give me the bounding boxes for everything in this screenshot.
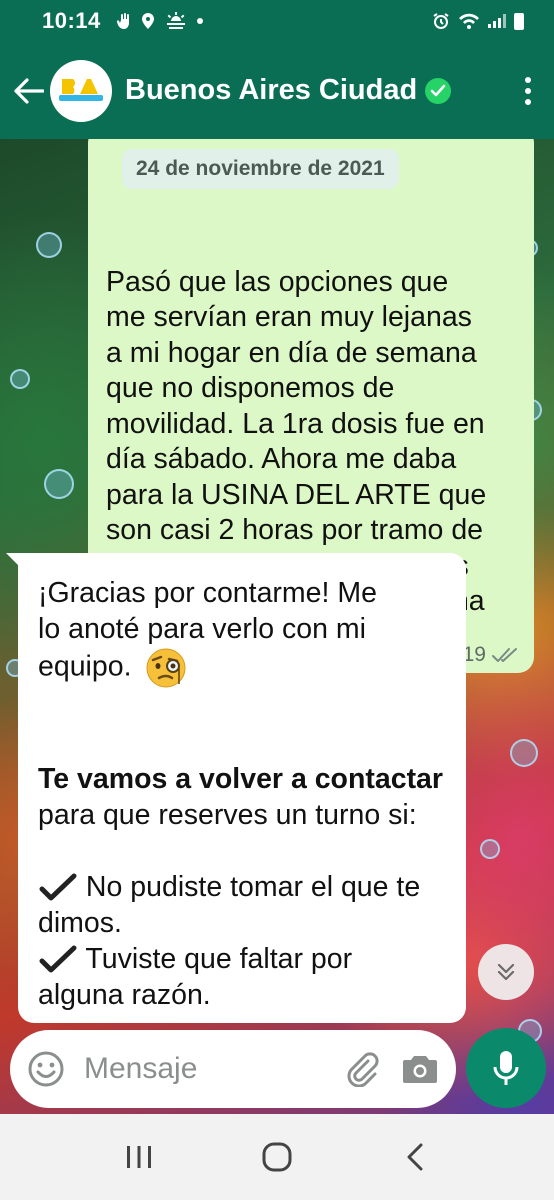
- incoming-line: ¡Gracias por contarme! Me: [38, 577, 377, 609]
- chat-area[interactable]: Pasó que las opciones que me servían era…: [0, 139, 554, 1114]
- nav-back-button[interactable]: [385, 1127, 445, 1187]
- ba-logo-icon: [59, 78, 103, 101]
- incoming-message[interactable]: ¡Gracias por contarme! Me lo anoté para …: [18, 553, 466, 1023]
- scroll-to-bottom-button[interactable]: [478, 944, 534, 1000]
- attach-button[interactable]: [342, 1049, 382, 1089]
- system-nav-bar: [0, 1114, 554, 1200]
- arrow-left-icon: [14, 77, 44, 104]
- status-bar: 10:14: [0, 0, 554, 42]
- camera-button[interactable]: [400, 1049, 440, 1089]
- check-item-text: Tuviste que faltar por: [85, 943, 353, 975]
- double-chevron-down-icon: [497, 963, 515, 981]
- paperclip-icon: [347, 1052, 379, 1087]
- more-options-button[interactable]: [518, 71, 538, 111]
- chat-header: Buenos Aires Ciudad: [0, 42, 554, 139]
- check-item: Tuviste que faltar por: [38, 941, 446, 977]
- status-left-icons: [116, 12, 203, 30]
- weather-icon: [166, 12, 185, 29]
- location-icon: [141, 13, 154, 29]
- status-time: 10:14: [42, 8, 101, 33]
- camera-icon: [403, 1056, 437, 1083]
- alarm-icon: [433, 13, 449, 29]
- avatar[interactable]: [50, 59, 112, 122]
- home-button[interactable]: [247, 1127, 307, 1187]
- background-decoration: [510, 739, 538, 767]
- contact-name[interactable]: Buenos Aires Ciudad: [125, 74, 417, 107]
- background-decoration: [10, 369, 30, 389]
- home-icon: [262, 1142, 292, 1172]
- face-with-monocle-icon: [146, 648, 186, 688]
- voice-message-button[interactable]: [466, 1028, 546, 1108]
- incoming-line: para que reserves un turno si:: [38, 799, 417, 831]
- background-decoration: [36, 232, 62, 258]
- background-decoration: [480, 839, 500, 859]
- message-input[interactable]: [84, 1052, 304, 1086]
- dot-icon: [196, 18, 203, 24]
- check-item: No pudiste tomar el que te: [38, 869, 446, 905]
- check-item-text: alguna razón.: [38, 979, 211, 1011]
- check-item-text: dimos.: [38, 907, 122, 939]
- wifi-icon: [459, 13, 479, 29]
- message-composer: [10, 1030, 456, 1108]
- incoming-line: equipo.: [38, 650, 132, 683]
- recents-button[interactable]: [109, 1127, 169, 1187]
- check-mark-icon: [39, 873, 77, 901]
- status-right-icons: [432, 12, 524, 30]
- microphone-icon: [493, 1051, 519, 1085]
- incoming-line-with-emoji: equipo.: [38, 647, 446, 689]
- date-chip: 24 de noviembre de 2021: [122, 149, 399, 189]
- emoji-button[interactable]: [26, 1049, 66, 1089]
- chevron-left-icon: [407, 1143, 423, 1171]
- outgoing-message-partial: Pasó que las opciones que me servían era…: [106, 265, 472, 334]
- check-item-text: No pudiste tomar el que te: [85, 871, 421, 903]
- incoming-bold-line: Te vamos a volver a contactar: [38, 763, 443, 795]
- background-decoration: [44, 469, 74, 499]
- incoming-line: lo anoté para verlo con mi: [38, 613, 366, 645]
- back-button[interactable]: [12, 71, 46, 111]
- verified-badge-icon: [425, 77, 452, 104]
- hand-icon: [116, 13, 129, 29]
- battery-icon: [514, 12, 524, 30]
- double-check-icon: [492, 648, 517, 662]
- check-mark-icon: [39, 945, 77, 973]
- emoji-icon: [28, 1051, 64, 1087]
- recents-icon: [127, 1146, 151, 1168]
- signal-icon: [488, 14, 506, 28]
